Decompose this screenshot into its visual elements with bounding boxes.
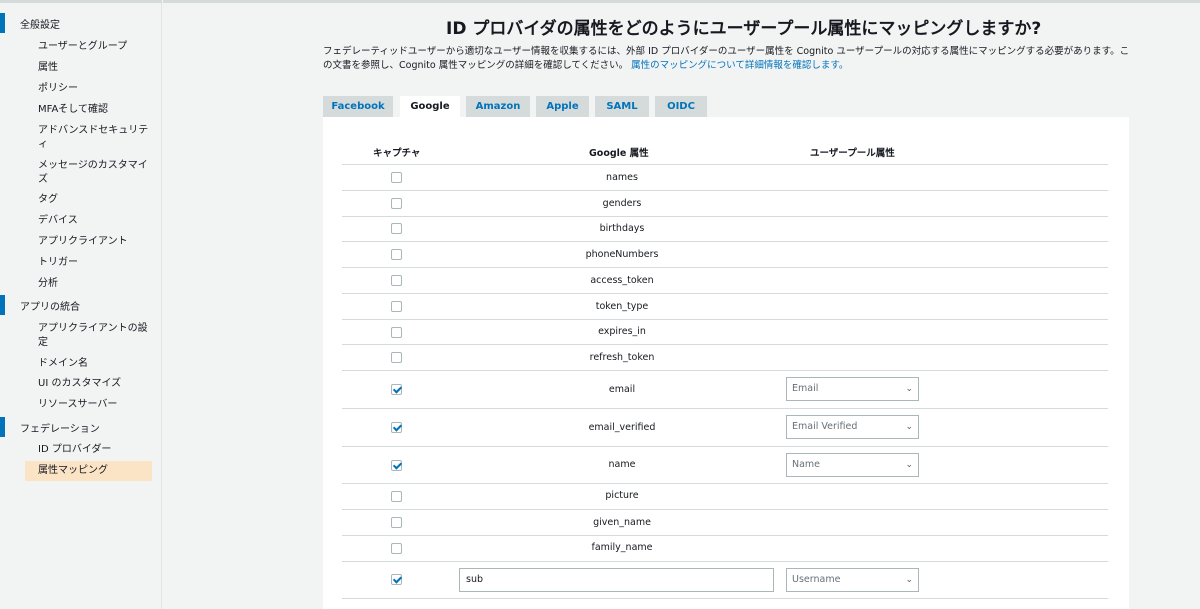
sidebar-item-attribute-mapping[interactable]: 属性マッピング xyxy=(25,461,152,481)
attribute-name: token_type xyxy=(595,301,649,312)
sidebar-item-message-customization[interactable]: メッセージのカスタマイズ xyxy=(38,159,156,187)
sidebar-section-federation[interactable]: フェデレーション xyxy=(0,417,162,437)
capture-checkbox-checked[interactable] xyxy=(391,422,402,433)
sidebar-section-label: アプリの統合 xyxy=(20,302,80,313)
tab-oidc[interactable]: OIDC xyxy=(655,96,707,117)
table-row: access_token xyxy=(342,268,1108,293)
sidebar-item-resource-servers[interactable]: リソースサーバー xyxy=(38,398,156,412)
sidebar-item-domain-name[interactable]: ドメイン名 xyxy=(38,357,156,371)
capture-checkbox[interactable] xyxy=(391,249,402,260)
capture-checkbox[interactable] xyxy=(391,327,402,338)
table-row: refresh_token xyxy=(342,345,1108,370)
tab-google[interactable]: Google xyxy=(400,96,460,117)
table-row: email_verified Email Verified ⌄ xyxy=(342,409,1108,446)
tab-amazon[interactable]: Amazon xyxy=(466,96,530,117)
attribute-name: expires_in xyxy=(598,326,646,337)
sidebar-section-app-integration[interactable]: アプリの統合 xyxy=(0,295,162,315)
custom-attribute-input[interactable]: sub xyxy=(459,568,774,592)
column-header-capture: キャプチャ xyxy=(373,148,421,159)
capture-checkbox[interactable] xyxy=(391,275,402,286)
capture-checkbox-checked[interactable] xyxy=(391,384,402,395)
user-pool-attribute-select[interactable]: Name ⌄ xyxy=(786,453,919,477)
sidebar-item-devices[interactable]: デバイス xyxy=(38,214,156,228)
attribute-name: access_token xyxy=(590,275,654,286)
table-row: family_name xyxy=(342,536,1108,561)
sidebar-section-general[interactable]: 全般設定 xyxy=(0,13,162,33)
sidebar-item-app-client-settings[interactable]: アプリクライアントの設定 xyxy=(38,322,156,350)
attribute-name: names xyxy=(606,172,638,183)
column-header-google-attribute: Google 属性 xyxy=(589,148,649,159)
user-pool-attribute-select[interactable]: Email Verified ⌄ xyxy=(786,415,919,439)
attribute-name: birthdays xyxy=(599,223,645,234)
sidebar-item-analytics[interactable]: 分析 xyxy=(38,277,156,291)
attribute-name: phoneNumbers xyxy=(585,249,659,260)
attribute-name: genders xyxy=(602,198,642,209)
attribute-mapping-help-link[interactable]: 属性のマッピングについて詳細情報を確認します。 xyxy=(631,60,848,71)
table-row: phoneNumbers xyxy=(342,242,1108,267)
tab-saml[interactable]: SAML xyxy=(595,96,649,117)
select-value: Email Verified xyxy=(792,421,858,432)
table-row: given_name xyxy=(342,510,1108,535)
attribute-name: refresh_token xyxy=(589,352,655,363)
capture-checkbox-checked[interactable] xyxy=(391,574,402,585)
section-marker xyxy=(0,417,5,437)
column-header-user-pool-attribute: ユーザープール属性 xyxy=(810,148,895,159)
capture-checkbox[interactable] xyxy=(391,543,402,554)
sidebar-item-mfa[interactable]: MFAそして確認 xyxy=(38,103,156,117)
attribute-name: picture xyxy=(605,490,639,501)
select-value: Email xyxy=(792,383,819,394)
table-row: token_type xyxy=(342,294,1108,319)
sidebar-item-tags[interactable]: タグ xyxy=(38,193,156,207)
attribute-name: email xyxy=(608,384,636,395)
table-row: picture xyxy=(342,484,1108,509)
table-row: sub Username ⌄ xyxy=(342,562,1108,598)
sidebar-section-label: フェデレーション xyxy=(20,424,100,435)
sidebar-item-app-clients[interactable]: アプリクライアント xyxy=(38,235,156,249)
sidebar-item-ui-customization[interactable]: UI のカスタマイズ xyxy=(38,377,156,391)
table-divider xyxy=(342,598,1108,599)
sidebar-item-policies[interactable]: ポリシー xyxy=(38,82,156,96)
table-row: email Email ⌄ xyxy=(342,371,1108,408)
chevron-down-icon: ⌄ xyxy=(905,422,913,432)
attribute-name: name xyxy=(608,459,636,470)
capture-checkbox[interactable] xyxy=(391,223,402,234)
user-pool-attribute-select[interactable]: Username ⌄ xyxy=(786,568,919,592)
section-marker xyxy=(0,13,5,33)
sidebar-section-label: 全般設定 xyxy=(20,20,60,31)
sidebar-item-identity-providers[interactable]: ID プロバイダー xyxy=(38,443,156,457)
attribute-name: family_name xyxy=(591,542,653,553)
capture-checkbox[interactable] xyxy=(391,517,402,528)
section-marker xyxy=(0,295,5,315)
sidebar-item-triggers[interactable]: トリガー xyxy=(38,256,156,270)
chevron-down-icon: ⌄ xyxy=(905,384,913,394)
sidebar-item-users-groups[interactable]: ユーザーとグループ xyxy=(38,40,156,54)
page-title: ID プロバイダの属性をどのようにユーザープール属性にマッピングしますか? xyxy=(446,19,1042,39)
user-pool-attribute-select[interactable]: Email ⌄ xyxy=(786,377,919,401)
sidebar-item-advanced-security[interactable]: アドバンスドセキュリティ xyxy=(38,124,156,152)
table-row: names xyxy=(342,165,1108,190)
capture-checkbox[interactable] xyxy=(391,172,402,183)
capture-checkbox[interactable] xyxy=(391,352,402,363)
capture-checkbox[interactable] xyxy=(391,198,402,209)
capture-checkbox[interactable] xyxy=(391,301,402,312)
table-row: expires_in xyxy=(342,320,1108,345)
capture-checkbox[interactable] xyxy=(391,491,402,502)
capture-checkbox-checked[interactable] xyxy=(391,460,402,471)
select-value: Name xyxy=(792,459,821,470)
attribute-name: email_verified xyxy=(588,422,656,433)
select-value: Username xyxy=(792,574,841,585)
attribute-name: given_name xyxy=(593,517,651,528)
sidebar-item-attributes[interactable]: 属性 xyxy=(38,61,156,75)
chevron-down-icon: ⌄ xyxy=(905,460,913,470)
table-row: birthdays xyxy=(342,217,1108,242)
chevron-down-icon: ⌄ xyxy=(905,575,913,585)
sidebar-top-border xyxy=(0,0,162,3)
tab-facebook[interactable]: Facebook xyxy=(323,96,393,117)
table-row: name Name ⌄ xyxy=(342,447,1108,483)
table-row: genders xyxy=(342,191,1108,216)
page-description: フェデレーティッドユーザーから適切なユーザー情報を収集するには、外部 ID プロ… xyxy=(323,45,1133,73)
tab-apple[interactable]: Apple xyxy=(536,96,589,117)
sidebar: 全般設定 ユーザーとグループ 属性 ポリシー MFAそして確認 アドバンスドセキ… xyxy=(0,0,162,609)
